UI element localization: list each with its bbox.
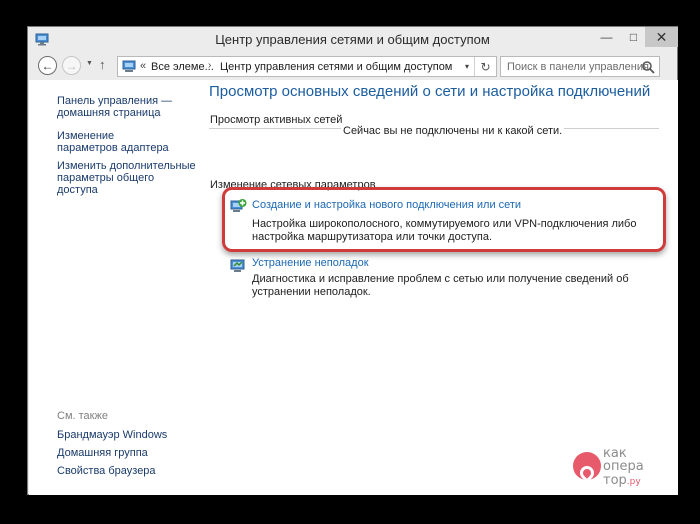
- sidebar-link-browser-properties[interactable]: Свойства браузера: [57, 465, 156, 477]
- search-icon[interactable]: [641, 60, 655, 74]
- troubleshoot-link[interactable]: Устранение неполадок: [252, 257, 369, 269]
- new-connection-icon[interactable]: [229, 198, 247, 216]
- breadcrumb-separator[interactable]: ›: [208, 60, 211, 71]
- watermark-logo: как опера тор.ру: [573, 444, 663, 492]
- refresh-icon: ↻: [480, 59, 491, 74]
- close-button[interactable]: ✕: [645, 27, 678, 47]
- network-center-window: Центр управления сетями и общим доступом…: [27, 26, 678, 495]
- active-networks-heading: Просмотр активных сетей: [210, 114, 343, 126]
- address-bar[interactable]: « Все элеме... › Центр управления сетями…: [117, 56, 497, 77]
- content-area: Панель управления — домашняя страница Из…: [29, 80, 678, 495]
- breadcrumb-network-center[interactable]: Центр управления сетями и общим доступом: [220, 61, 452, 73]
- forward-button[interactable]: →: [62, 56, 81, 75]
- arrow-right-icon: →: [65, 58, 78, 73]
- up-button[interactable]: ↑: [99, 57, 106, 72]
- page-title: Просмотр основных сведений о сети и наст…: [209, 83, 651, 100]
- sidebar-link-homegroup[interactable]: Домашняя группа: [57, 447, 148, 459]
- sidebar-link-control-panel-home[interactable]: Панель управления — домашняя страница: [57, 95, 177, 119]
- sidebar-link-advanced-sharing[interactable]: Изменить дополнительные параметры общего…: [57, 160, 197, 196]
- see-also-label: См. также: [57, 410, 108, 422]
- new-connection-description: Настройка широкополосного, коммутируемог…: [252, 218, 637, 243]
- address-overflow-chevron[interactable]: «: [140, 60, 146, 72]
- refresh-button[interactable]: ↻: [474, 57, 496, 76]
- title-bar[interactable]: Центр управления сетями и общим доступом…: [28, 27, 678, 52]
- control-panel-icon: [122, 60, 136, 72]
- window-title: Центр управления сетями и общим доступом: [215, 32, 490, 47]
- back-button[interactable]: ←: [38, 56, 57, 75]
- sidebar-link-windows-firewall[interactable]: Брандмауэр Windows: [57, 429, 167, 441]
- watermark-line-3: тор.ру: [603, 474, 641, 489]
- troubleshoot-icon[interactable]: [229, 257, 247, 275]
- search-input[interactable]: Поиск в панели управления: [507, 61, 649, 73]
- arrow-up-icon: ↑: [99, 57, 106, 72]
- close-icon: ✕: [655, 28, 668, 45]
- sidebar-link-adapter-settings[interactable]: Изменение параметров адаптера: [57, 130, 177, 154]
- navigation-bar: ← → ▼ ↑ « Все элеме... › Центр управлени…: [28, 52, 677, 80]
- maximize-button[interactable]: □: [620, 27, 647, 47]
- new-connection-link[interactable]: Создание и настройка нового подключения …: [252, 199, 521, 211]
- address-dropdown-button[interactable]: ▾: [460, 57, 474, 76]
- sidebar: Панель управления — домашняя страница Из…: [29, 80, 201, 495]
- location-pin-icon: [573, 452, 601, 483]
- main-panel: Просмотр основных сведений о сети и наст…: [209, 80, 669, 495]
- recent-locations-button[interactable]: ▼: [86, 60, 93, 67]
- watermark-line-2: опера: [603, 459, 644, 474]
- troubleshoot-description: Диагностика и исправление проблем с сеть…: [252, 273, 629, 298]
- arrow-left-icon: ←: [41, 58, 54, 73]
- watermark-suffix: .ру: [626, 477, 641, 487]
- change-settings-heading: Изменение сетевых параметров: [210, 179, 376, 191]
- watermark-line-3-text: тор: [603, 473, 627, 488]
- connection-status-text: Сейчас вы не подключены ни к какой сети.: [341, 125, 565, 137]
- breadcrumb-all-items[interactable]: Все элеме...: [151, 61, 214, 73]
- search-box[interactable]: Поиск в панели управления: [500, 56, 660, 77]
- minimize-button[interactable]: —: [593, 27, 620, 47]
- minimize-icon: —: [600, 30, 613, 44]
- maximize-icon: □: [629, 30, 638, 44]
- chevron-down-icon: ▼: [86, 60, 93, 67]
